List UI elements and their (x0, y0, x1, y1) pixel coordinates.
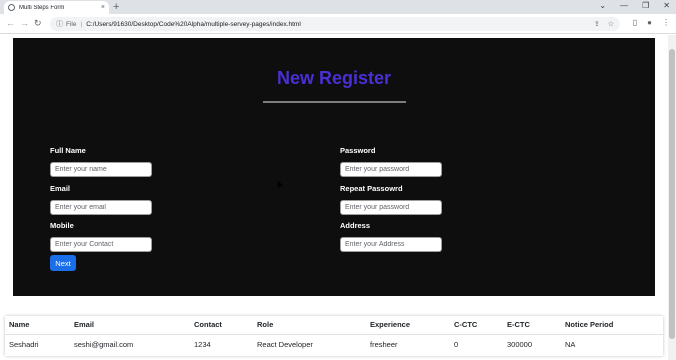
tab-search-icon[interactable]: ⌄ (599, 1, 606, 10)
forward-icon[interactable]: → (20, 18, 29, 28)
menu-icon[interactable]: ⋮ (662, 18, 670, 27)
title-divider (263, 101, 406, 103)
browser-tab[interactable]: Multi Steps Form × (4, 1, 109, 14)
back-icon[interactable]: ← (6, 18, 15, 28)
records-table: Name Email Contact Role Experience C-CTC… (5, 316, 663, 354)
password-field: Password (340, 146, 442, 177)
browser-toolbar: ← → ↻ ⓘ File | C:/Users/91630/Desktop/Co… (0, 14, 676, 34)
records-table-card: Name Email Contact Role Experience C-CTC… (5, 316, 663, 356)
page-scrollbar[interactable] (668, 35, 676, 360)
table-row: Seshadri seshi@gmail.com 1234 React Deve… (5, 333, 663, 354)
cell-c-ctc: 0 (450, 333, 503, 354)
header-e-ctc: E-CTC (507, 320, 530, 330)
header-contact: Contact (194, 320, 222, 330)
cell-role: React Developer (253, 333, 366, 354)
form-title: New Register (276, 68, 392, 88)
close-window-icon[interactable]: ✕ (663, 1, 670, 10)
password-label: Password (340, 146, 376, 155)
window-controls: ⌄ — ❐ ✕ (599, 1, 670, 10)
address-label: Address (340, 221, 371, 230)
email-input[interactable] (50, 200, 152, 215)
cell-notice-period: NA (561, 333, 663, 354)
mobile-label: Mobile (50, 221, 74, 230)
email-field: Email (50, 184, 152, 215)
header-notice-period: Notice Period (565, 320, 614, 330)
table-header-row: Name Email Contact Role Experience C-CTC… (5, 316, 663, 334)
header-email: Email (74, 320, 95, 330)
header-role: Role (257, 320, 274, 330)
maximize-icon[interactable]: ❐ (642, 1, 649, 10)
header-name: Name (9, 320, 30, 330)
repeat-password-field: Repeat Passowrd (340, 184, 442, 215)
url-protocol: File (66, 20, 77, 28)
toolbar-icons: ▯ ● ⋮ (633, 18, 670, 27)
cell-e-ctc: 300000 (503, 333, 561, 354)
full-name-label: Full Name (50, 146, 86, 155)
mobile-input[interactable] (50, 237, 152, 252)
next-button[interactable]: Next (50, 255, 76, 271)
cell-name: Seshadri (5, 333, 70, 354)
mobile-field: Mobile (50, 221, 152, 252)
close-tab-icon[interactable]: × (101, 4, 105, 11)
email-label: Email (50, 184, 71, 193)
reload-icon[interactable]: ↻ (34, 18, 42, 29)
header-experience: Experience (370, 320, 411, 330)
cell-email: seshi@gmail.com (70, 333, 190, 354)
browser-tab-strip: Multi Steps Form × + ⌄ — ❐ ✕ (0, 0, 676, 14)
cell-experience: fresheer (366, 333, 450, 354)
full-name-input[interactable] (50, 162, 152, 177)
new-tab-button[interactable]: + (113, 1, 119, 13)
header-c-ctc: C-CTC (454, 320, 478, 330)
info-icon[interactable]: ⓘ (56, 19, 63, 29)
star-icon[interactable]: ☆ (608, 20, 614, 28)
url-separator: | (80, 20, 83, 28)
full-name-field: Full Name (50, 146, 152, 177)
address-field: Address (340, 221, 442, 252)
register-form: New Register Full Name Email Mobile Pass… (13, 38, 655, 296)
sidebar-icon[interactable]: ▯ (633, 18, 637, 27)
repeat-password-input[interactable] (340, 200, 442, 215)
cell-contact: 1234 (190, 333, 253, 354)
password-input[interactable] (340, 162, 442, 177)
profile-icon[interactable]: ● (647, 18, 652, 27)
minimize-icon[interactable]: — (620, 1, 628, 10)
favicon-icon (8, 4, 15, 11)
scrollbar-thumb[interactable] (669, 49, 675, 339)
repeat-password-label: Repeat Passowrd (340, 184, 403, 193)
address-bar[interactable]: ⓘ File | C:/Users/91630/Desktop/Code%20A… (50, 17, 620, 31)
tab-title: Multi Steps Form (19, 4, 65, 11)
url-text[interactable]: C:/Users/91630/Desktop/Code%20Alpha/mult… (86, 21, 301, 28)
share-icon[interactable]: ⇪ (594, 20, 600, 28)
address-input[interactable] (340, 237, 442, 252)
